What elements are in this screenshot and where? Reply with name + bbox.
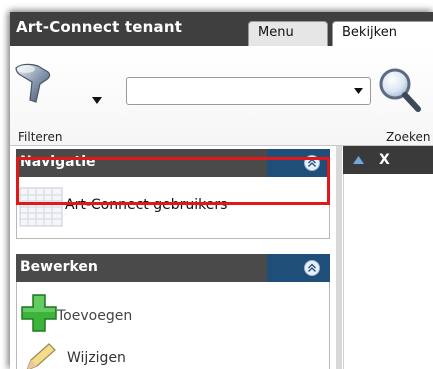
search-label: Zoeken [386,130,431,144]
magnifier-icon[interactable] [376,66,422,112]
tab-bekijken[interactable]: Bekijken [332,21,433,46]
edit-header[interactable]: Bewerken [16,254,330,282]
edit-body: Toevoegen Wijzigen [16,282,330,369]
grid-column-header[interactable]: X [379,152,390,168]
edit-item-label: Wijzigen [67,350,126,366]
edit-item-wijzigen[interactable]: Wijzigen [17,342,329,369]
edit-title: Bewerken [20,259,98,275]
green-plus-icon [21,294,57,332]
sort-up-icon[interactable] [353,156,364,164]
collapse-icon[interactable] [304,260,320,276]
grid-divider [343,174,344,369]
pane-splitter[interactable] [336,146,342,369]
edit-item-label: Toevoegen [57,308,133,324]
results-grid: X [343,146,433,369]
filter-dropdown-icon[interactable] [92,97,102,105]
pencil-icon [26,343,56,369]
top-bar: Art-Connect tenant Menu Bekijken [10,12,433,46]
grid-header: X [343,146,433,174]
filter-label: Filteren [18,130,63,144]
edit-item-toevoegen[interactable]: Toevoegen [17,292,329,336]
highlight-box [16,157,330,205]
ribbon: Filteren Zoeken [10,46,433,146]
tab-menu[interactable]: Menu [248,21,328,46]
funnel-icon[interactable] [14,60,64,106]
chevron-down-icon[interactable] [354,88,363,94]
search-input[interactable] [126,77,371,105]
app-window: Art-Connect tenant Menu Bekijken Filtere… [10,12,433,369]
app-title: Art-Connect tenant [16,18,183,36]
